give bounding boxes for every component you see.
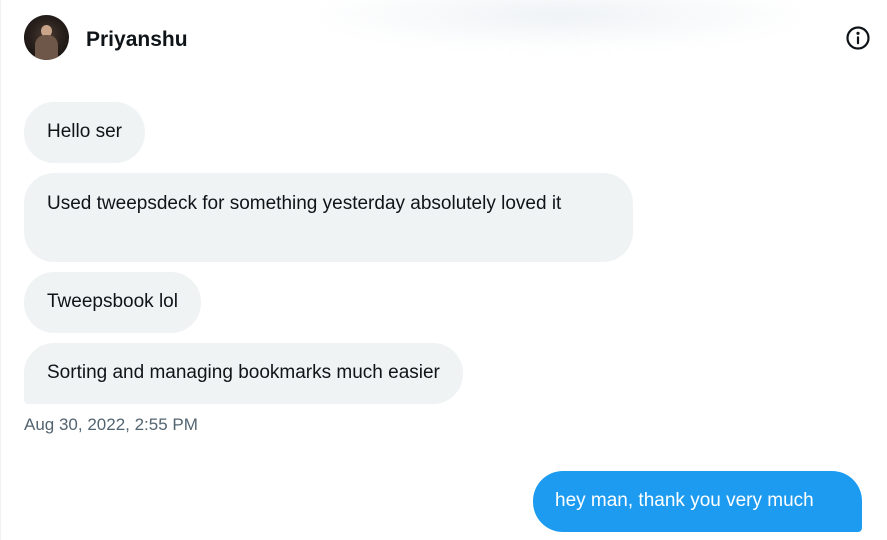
incoming-message[interactable]: Hello ser bbox=[24, 102, 145, 163]
info-button[interactable] bbox=[845, 25, 871, 51]
incoming-message[interactable]: Tweepsbook lol bbox=[24, 272, 201, 333]
outgoing-message[interactable]: hey man, thank you very much bbox=[533, 471, 862, 532]
incoming-message[interactable]: Used tweepsdeck for something yesterday … bbox=[24, 173, 633, 262]
incoming-message[interactable]: Sorting and managing bookmarks much easi… bbox=[24, 343, 463, 404]
avatar[interactable] bbox=[24, 15, 69, 60]
avatar-body bbox=[35, 35, 58, 60]
info-icon bbox=[846, 26, 870, 50]
left-divider bbox=[0, 0, 1, 540]
conversation-header: Priyanshu bbox=[0, 0, 887, 80]
contact-name[interactable]: Priyanshu bbox=[86, 27, 188, 53]
message-timestamp: Aug 30, 2022, 2:55 PM bbox=[24, 415, 198, 434]
